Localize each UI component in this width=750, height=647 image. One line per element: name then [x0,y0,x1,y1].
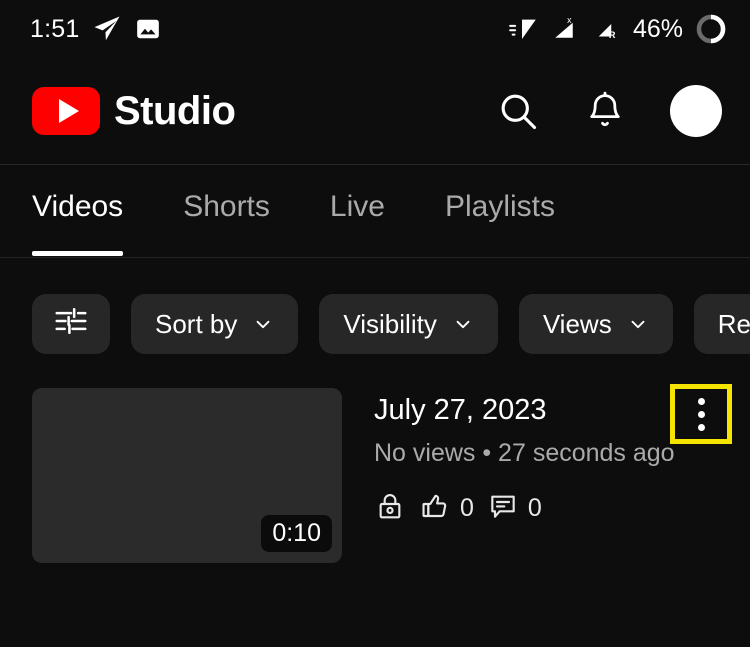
tab-label: Live [329,190,385,223]
more-dot [697,397,705,405]
tab-label: Videos [32,190,124,223]
chip-sort-by[interactable]: Sort by [131,294,299,354]
more-dot [697,423,705,431]
visibility-status [374,490,406,527]
cellular-signal-r-icon: R [589,14,621,44]
more-vertical-icon[interactable] [697,397,705,431]
chip-restrictions[interactable]: Restri [693,294,750,354]
wifi-icon [505,14,539,44]
comment-bubble-icon [487,490,519,527]
tab-label: Playlists [444,190,555,223]
phone-screen: 1:51 x R 46% Studio Videos Shorts Live P… [0,0,750,647]
battery-circle-icon [694,12,728,46]
comments-stat: 0 [487,490,542,527]
thumbs-up-icon [419,490,451,527]
duration-badge: 0:10 [261,515,332,552]
chevron-down-icon [252,313,274,335]
tab-live[interactable]: Live [330,166,385,258]
status-time: 1:51 [30,14,80,43]
tune-sliders-icon [52,302,90,347]
cellular-signal-x-icon: x [548,14,580,44]
telegram-send-icon [92,14,122,44]
tab-shorts[interactable]: Shorts [183,166,270,258]
chip-views[interactable]: Views [518,294,673,354]
search-icon[interactable] [496,89,540,133]
chevron-down-icon [452,313,474,335]
lock-private-icon [374,490,406,527]
chip-label: Restri [717,308,750,339]
image-icon [135,16,161,42]
notifications-bell-icon[interactable] [584,90,626,132]
battery-percent-label: 46% [632,14,683,43]
tab-bar: Videos Shorts Live Playlists [0,166,750,258]
chevron-down-icon [627,313,649,335]
page-title: Studio [114,88,236,133]
likes-stat: 0 [419,490,474,527]
chip-label: Sort by [155,308,238,339]
avatar[interactable] [670,85,722,137]
video-list-item[interactable]: 0:10 July 27, 2023 No views • 27 seconds… [0,388,750,568]
chip-visibility[interactable]: Visibility [319,294,498,354]
tab-label: Shorts [183,190,270,223]
video-thumbnail[interactable]: 0:10 [32,388,342,563]
comments-count: 0 [527,493,542,522]
youtube-logo-icon [32,87,100,135]
status-bar-right: x R 46% [505,12,728,46]
header-actions [496,85,722,137]
tab-playlists[interactable]: Playlists [445,166,555,258]
filter-chip-row: Sort by Visibility Views Restri [0,293,750,355]
app-header: Studio [0,58,750,165]
more-menu-highlight-box [670,384,732,444]
tab-videos[interactable]: Videos [32,166,124,258]
video-stats: 0 0 [374,490,750,527]
chip-label: Views [542,308,612,339]
svg-text:x: x [567,15,572,25]
likes-count: 0 [460,493,474,522]
brand-logo-group[interactable]: Studio [32,87,236,135]
status-bar: 1:51 x R 46% [0,0,750,58]
more-dot [697,410,705,418]
status-bar-left: 1:51 [30,14,161,44]
svg-text:R: R [609,30,616,40]
chip-label: Visibility [343,308,437,339]
filter-button[interactable] [32,294,110,354]
